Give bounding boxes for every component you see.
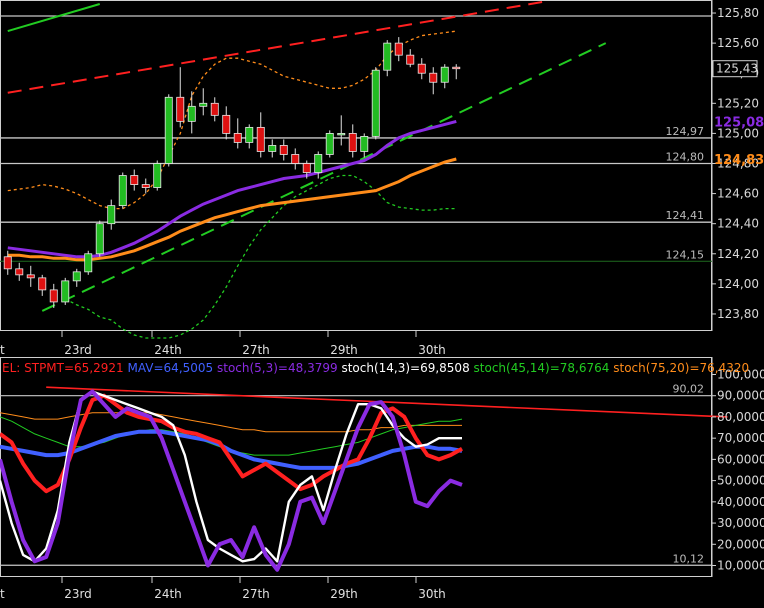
osc-date-label: 23rd — [64, 587, 92, 601]
price-level-label: 124,80 — [666, 150, 705, 163]
candle-body — [302, 163, 311, 173]
candle-body — [394, 42, 403, 56]
candle-body — [61, 280, 70, 303]
candle-body — [452, 66, 461, 70]
price-level-label: 124,97 — [666, 125, 705, 138]
oscillator-line — [0, 389, 463, 572]
candle-body — [291, 154, 300, 164]
osc-date-label: 27th — [242, 587, 270, 601]
price-axis-tick-label: 125,20 — [717, 96, 759, 110]
candle-body — [406, 54, 415, 65]
candle-body — [118, 175, 127, 207]
candle-body — [417, 63, 426, 74]
osc-axis-tick-label: 40,0000 — [717, 495, 764, 509]
candle-body — [233, 133, 242, 143]
candle-body — [279, 145, 288, 155]
chart-window: 124,97 124,80 124,41 124,15 125,80 125,60 125,… — [0, 0, 764, 608]
candle-body — [222, 114, 231, 134]
candle-body — [314, 154, 323, 173]
osc-date-label: 30th — [418, 587, 446, 601]
price-axis-tick-label: 124,40 — [717, 217, 759, 231]
candle-body — [360, 136, 369, 152]
candle-body — [15, 268, 24, 276]
date-label: 30th — [418, 343, 446, 357]
moving-average-line — [7, 157, 457, 262]
price-pane: 124,97 124,80 124,41 124,15 125,80 125,60 125,… — [0, 0, 764, 357]
candle-body — [210, 102, 219, 116]
candle-body — [141, 184, 150, 188]
price-axis-tick-label: 125,60 — [717, 36, 759, 50]
date-label: 23rd — [64, 343, 92, 357]
osc-axis-tick-label: 60,0000 — [717, 452, 764, 466]
moving-average-line — [7, 119, 457, 259]
candle-body — [348, 133, 357, 152]
legend-item: stoch(5,3)=48,3799 — [213, 361, 337, 375]
candle-body — [164, 96, 173, 164]
osc-level-label: 10,12 — [673, 552, 705, 565]
candle-body — [268, 145, 277, 152]
candle-body — [176, 96, 185, 122]
candle-body — [95, 223, 104, 255]
candle-body — [429, 72, 438, 83]
oscillator-pane: 90,0210,12100,000090,000080,000070,00006… — [0, 361, 764, 601]
candle-body — [107, 205, 116, 225]
candle-body — [337, 133, 346, 136]
candle-body — [153, 163, 162, 188]
legend-item: MAV=64,5005 — [124, 361, 214, 375]
candle-body — [49, 289, 58, 303]
candle-body — [3, 256, 12, 270]
candle-body — [256, 126, 265, 152]
price-axis-tick-label: 124,00 — [717, 277, 759, 291]
legend-item: stoch(45,14)=78,6764 — [470, 361, 610, 375]
chart-canvas: 124,97 124,80 124,41 124,15 125,80 125,60 125,… — [0, 0, 764, 601]
osc-axis-tick-label: 10,0000 — [717, 559, 764, 573]
date-label: 27th — [242, 343, 270, 357]
candle-body — [199, 102, 208, 107]
oscillator-legend: EL: STPMT=65,2921 MAV=64,5005 stoch(5,3)… — [2, 361, 749, 375]
price-axis-tick-label: 125,80 — [717, 6, 759, 20]
candle-body — [371, 69, 380, 137]
osc-axis-tick-label: 90,0000 — [717, 389, 764, 403]
osc-date-label: 24th — [154, 587, 182, 601]
price-axis-tick-label: 124,20 — [717, 247, 759, 261]
osc-axis-tick-label: 50,0000 — [717, 474, 764, 488]
last-price-label: 125,43 — [716, 62, 758, 76]
candle-body — [245, 126, 254, 143]
candle-body — [72, 271, 81, 282]
legend-item: EL: STPMT=65,2921 — [2, 361, 124, 375]
osc-axis-tick-label: 70,0000 — [717, 431, 764, 445]
price-level-label: 124,15 — [666, 248, 705, 261]
date-label-cut: t — [0, 343, 5, 357]
candle-body — [38, 277, 47, 291]
date-label: 29th — [330, 343, 358, 357]
legend-item: stoch(75,20)=76,4320 — [609, 361, 749, 375]
candle-body — [187, 105, 196, 122]
price-axis-tick-label: 123,80 — [717, 307, 759, 321]
indicator-value-badge: 125,08 — [714, 115, 764, 130]
osc-axis-tick-label: 80,0000 — [717, 410, 764, 424]
osc-date-label: 29th — [330, 587, 358, 601]
osc-axis-tick-label: 20,0000 — [717, 537, 764, 551]
osc-date-label-cut: t — [0, 587, 5, 601]
price-axis-tick-label: 124,60 — [717, 187, 759, 201]
candle-body — [325, 133, 334, 155]
date-label: 24th — [154, 343, 182, 357]
trendline — [7, 3, 101, 33]
candle-body — [440, 66, 449, 83]
price-level-label: 124,41 — [666, 209, 705, 222]
osc-level-label: 90,02 — [673, 383, 705, 396]
candle-body — [130, 175, 139, 185]
candle-body — [84, 253, 93, 273]
trendline — [41, 42, 607, 312]
indicator-value-badge: 124,83 — [714, 153, 764, 168]
trendline — [7, 0, 549, 94]
legend-item: stoch(14,3)=69,8508 — [338, 361, 470, 375]
candle-body — [383, 42, 392, 71]
osc-axis-tick-label: 30,0000 — [717, 516, 764, 530]
candle-body — [26, 274, 35, 279]
